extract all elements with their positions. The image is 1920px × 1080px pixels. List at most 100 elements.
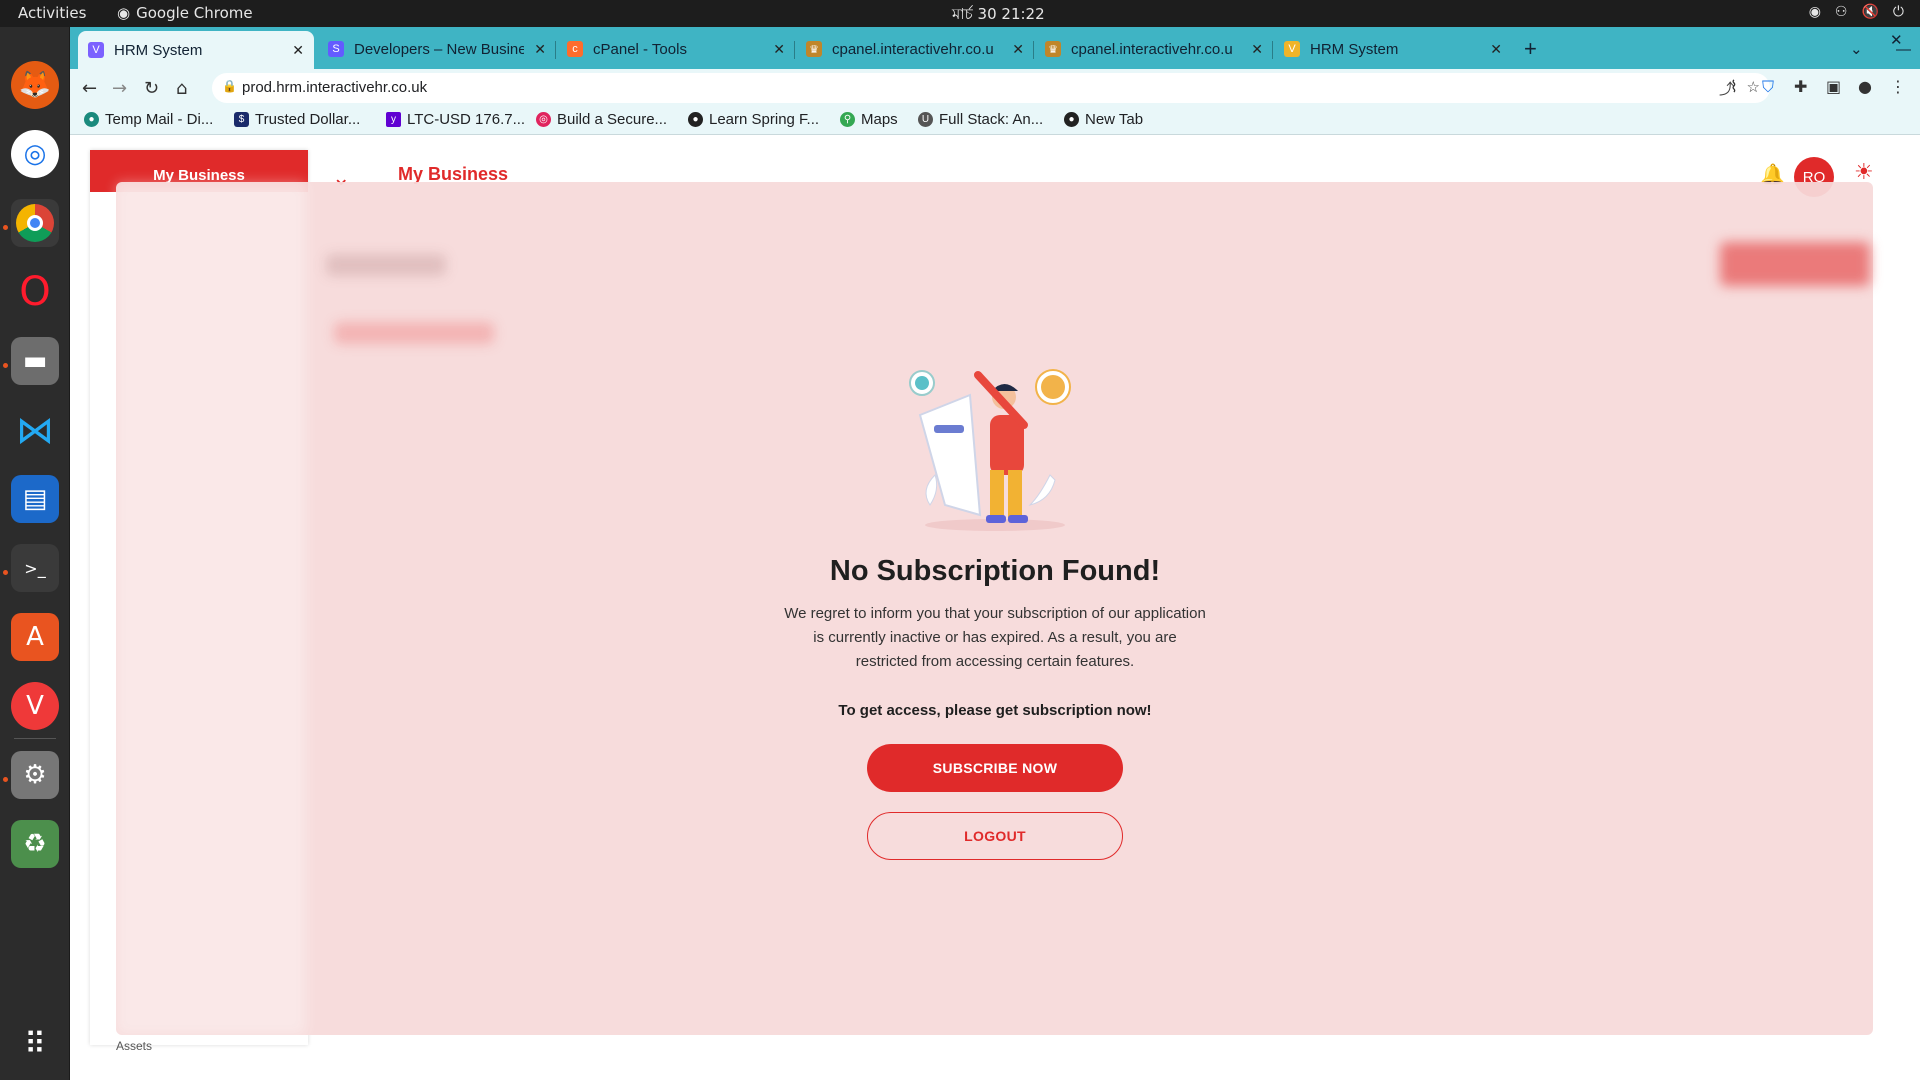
new-tab-button[interactable]: + — [1514, 31, 1554, 67]
close-tab-icon[interactable]: ✕ — [1012, 41, 1024, 58]
globe-icon: ● — [688, 112, 703, 127]
udemy-icon: U — [918, 112, 933, 127]
tab-hrm-system-2[interactable]: V HRM System ✕ — [1274, 31, 1512, 67]
url-text: prod.hrm.interactivehr.co.uk — [242, 79, 428, 96]
toolbar: ← → ↻ ⌂ 🔒 prod.hrm.interactivehr.co.uk ⤴… — [70, 69, 1920, 107]
close-tab-icon[interactable]: ✕ — [292, 42, 304, 59]
bookmark-label: Learn Spring F... — [709, 111, 820, 128]
yahoo-icon: y — [386, 112, 401, 127]
extensions-puzzle-icon[interactable]: ✚ — [1794, 77, 1807, 96]
close-tab-icon[interactable]: ✕ — [534, 41, 546, 58]
network-icon[interactable]: ⚇ — [1835, 4, 1848, 20]
bookmark-label: LTC-USD 176.7... — [407, 111, 526, 128]
bookmark-full-stack[interactable]: U Full Stack: An... — [918, 111, 1043, 128]
active-app-menu[interactable]: ◉ Google Chrome — [117, 4, 253, 22]
tab-title: cpanel.interactivehr.co.u — [1071, 40, 1233, 58]
dock: 🦊 ◎ O ▬ ⋈ ▤ >_ A V ⚙ ♻ ⠿ — [0, 27, 70, 1080]
bookmark-new-tab[interactable]: ● New Tab — [1064, 111, 1143, 128]
tab-search-icon[interactable]: ⌄ — [1840, 31, 1870, 67]
bookmark-star-icon[interactable]: ☆ — [1747, 78, 1760, 96]
dollar-icon: $ — [234, 112, 249, 127]
tab-title: Developers – New Busine — [354, 40, 524, 58]
extension-shield-icon[interactable]: ⛉ — [1762, 77, 1774, 97]
tab-title: cPanel - Tools — [593, 40, 687, 58]
reload-icon[interactable]: ↻ — [144, 78, 159, 99]
hrm-favicon: V — [88, 42, 104, 58]
system-tray[interactable]: ◉ ⚇ 🔇 ⏻ — [1809, 4, 1904, 20]
cpanel-site-favicon: ♛ — [806, 41, 822, 57]
bookmark-label: Temp Mail - Di... — [105, 111, 214, 128]
google-chrome-icon[interactable] — [11, 199, 59, 247]
bookmarks-bar: ● Temp Mail - Di... $ Trusted Dollar... yL… — [70, 107, 1920, 135]
tab-hrm-system[interactable]: V HRM System ✕ — [78, 31, 314, 69]
cpanel-site-favicon: ♛ — [1045, 41, 1061, 57]
side-panel-icon[interactable]: ▣ — [1826, 77, 1841, 96]
tab-cpanel-2[interactable]: ♛ cpanel.interactivehr.co.u ✕ — [1035, 31, 1273, 67]
vscode-icon[interactable]: ⋈ — [11, 406, 59, 454]
lock-icon[interactable]: 🔒 — [222, 79, 237, 93]
maps-pin-icon: ⚲ — [840, 112, 855, 127]
logout-button[interactable]: LOGOUT — [867, 812, 1123, 860]
bookmark-build-secure[interactable]: ◎ Build a Secure... — [536, 111, 667, 128]
opera-icon[interactable]: O — [11, 268, 59, 316]
power-icon[interactable]: ⏻ — [1893, 4, 1904, 20]
show-apps-icon[interactable]: ⠿ — [11, 1020, 59, 1068]
volume-icon[interactable]: 🔇 — [1861, 4, 1878, 20]
vivaldi-icon[interactable]: V — [11, 682, 59, 730]
sidebar-brand-label: My Business — [153, 166, 245, 184]
restore-icon[interactable]: ❐ — [1916, 31, 1920, 67]
target-icon: ◎ — [536, 112, 551, 127]
globe-icon: ● — [84, 112, 99, 127]
forward-icon[interactable]: → — [112, 78, 127, 99]
chrome-tray-icon[interactable]: ◉ — [1809, 4, 1821, 20]
chrome-menu-icon[interactable]: ⋮ — [1890, 77, 1906, 96]
tab-title: HRM System — [1310, 40, 1399, 58]
activities-button[interactable]: Activities — [18, 4, 86, 22]
address-bar[interactable]: 🔒 prod.hrm.interactivehr.co.uk ⤴ ☆ — [212, 73, 1770, 103]
terminal-icon[interactable]: >_ — [11, 544, 59, 592]
software-center-icon[interactable]: A — [11, 613, 59, 661]
close-tab-icon[interactable]: ✕ — [773, 41, 785, 58]
bookmark-label: Build a Secure... — [557, 111, 668, 128]
tab-title: cpanel.interactivehr.co.u — [832, 40, 994, 58]
modal-description: We regret to inform you that your subscr… — [784, 605, 1206, 670]
receipt-illustration — [909, 369, 1071, 531]
close-window-icon[interactable]: ✕ — [1890, 31, 1903, 49]
globe-icon: ● — [1064, 112, 1079, 127]
bookmark-temp-mail[interactable]: ● Temp Mail - Di... — [84, 111, 213, 128]
bookmark-maps[interactable]: ⚲ Maps — [840, 111, 898, 128]
bookmark-learn-spring[interactable]: ● Learn Spring F... — [688, 111, 819, 128]
trash-icon[interactable]: ♻ — [11, 820, 59, 868]
clock[interactable]: মার্চ 30 21:22 — [952, 3, 1045, 28]
bookmark-trusted-dollar[interactable]: $ Trusted Dollar... — [234, 111, 360, 128]
stripe-favicon: S — [328, 41, 344, 57]
cpanel-favicon: c — [567, 41, 583, 57]
settings-icon[interactable]: ⚙ — [11, 751, 59, 799]
back-icon[interactable]: ← — [82, 78, 97, 99]
modal-cta-text: To get access, please get subscription n… — [838, 702, 1152, 719]
tab-developers[interactable]: S Developers – New Busine ✕ — [318, 31, 556, 67]
os-top-bar: Activities ◉ Google Chrome মার্চ 30 21:2… — [0, 0, 1920, 27]
bookmark-ltc-usd[interactable]: y LTC-USD 176.7... — [386, 111, 525, 128]
close-tab-icon[interactable]: ✕ — [1251, 41, 1263, 58]
bookmark-label: Trusted Dollar... — [255, 111, 361, 128]
tab-cpanel-tools[interactable]: c cPanel - Tools ✕ — [557, 31, 795, 67]
sidebar-item-assets[interactable]: Assets — [116, 1039, 152, 1053]
active-app-name: Google Chrome — [136, 4, 253, 22]
writer-icon[interactable]: ▤ — [11, 475, 59, 523]
bookmark-label: Maps — [861, 111, 898, 128]
files-icon[interactable]: ▬ — [11, 337, 59, 385]
bookmark-label: Full Stack: An... — [939, 111, 1044, 128]
bookmark-label: New Tab — [1085, 111, 1144, 128]
close-tab-icon[interactable]: ✕ — [1490, 41, 1502, 58]
profile-avatar-icon[interactable]: ● — [1858, 77, 1872, 96]
hrm-favicon: V — [1284, 41, 1300, 57]
home-icon[interactable]: ⌂ — [176, 78, 187, 99]
subscribe-now-button[interactable]: SUBSCRIBE NOW — [867, 744, 1123, 792]
tab-cpanel-1[interactable]: ♛ cpanel.interactivehr.co.u ✕ — [796, 31, 1034, 67]
extension-pulse-icon[interactable]: ⌇ — [1730, 77, 1738, 96]
firefox-icon[interactable]: 🦊 — [11, 61, 59, 109]
tab-title: HRM System — [114, 41, 203, 59]
chromium-icon[interactable]: ◎ — [11, 130, 59, 178]
modal-title: No Subscription Found! — [829, 555, 1161, 587]
